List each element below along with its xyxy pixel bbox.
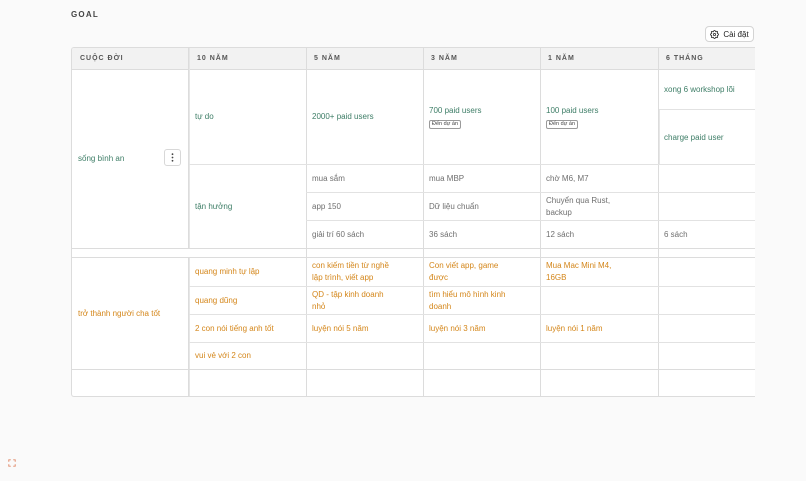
cell-5y[interactable]: giải trí 60 sách [306,229,421,241]
gear-icon [710,29,720,39]
cell-1y[interactable]: 100 paid users Đến dự án [540,105,655,129]
cell-10y[interactable]: 2 con nói tiếng anh tốt [189,323,304,335]
header-life: CUỘC ĐỜI [80,55,124,62]
cell-6m[interactable]: 6 sách [658,229,755,241]
header-3-years: 3 NĂM [431,55,458,62]
settings-button-label: Cài đặt [723,29,749,39]
cell-10y[interactable]: vui vẻ với 2 con [189,350,304,362]
cell-1y-text: 100 paid users [546,106,599,115]
cell-5y[interactable]: luyện nói 5 năm [306,323,421,335]
cell-5y[interactable]: 2000+ paid users [306,111,421,123]
settings-button[interactable]: Cài đặt [705,26,754,42]
header-10-years: 10 NĂM [197,55,229,62]
cell-3y[interactable]: Dữ liệu chuẩn [423,201,538,213]
project-badge[interactable]: Đến dự án [546,119,579,129]
cell-10y[interactable]: quang dũng [189,295,304,307]
cell-10y[interactable]: tự do [189,111,304,123]
cell-5y[interactable]: app 150 [306,201,421,213]
cell-1y[interactable]: Mua Mac Mini M4, 16GB [540,260,618,283]
header-5-years: 5 NĂM [314,55,341,62]
cell-3y[interactable]: mua MBP [423,173,538,185]
cell-3y[interactable]: luyện nói 3 năm [423,323,538,335]
cell-6m[interactable]: charge paid user [658,132,755,144]
cell-3y[interactable]: 700 paid users Đến dự án [423,105,538,129]
row-menu-button[interactable] [164,149,181,166]
header-1-year: 1 NĂM [548,55,575,62]
cell-1y[interactable]: 12 sách [540,229,655,241]
page-title: GOAL [71,10,99,19]
cell-1y[interactable]: luyện nói 1 năm [540,323,655,335]
cell-1y[interactable]: chờ M6, M7 [540,173,655,185]
cell-5y[interactable]: QD - tập kinh doanh nhỏ [306,289,391,312]
cell-3y[interactable]: 36 sách [423,229,538,241]
cell-3y[interactable]: Con viết app, game được [423,260,505,283]
header-6-months: 6 THÁNG [666,55,704,62]
cell-3y-text: 700 paid users [429,106,482,115]
cell-10y[interactable]: tận hưởng [189,201,304,213]
group-label[interactable]: trở thành người cha tốt [72,308,187,320]
cell-3y[interactable]: tìm hiểu mô hình kinh doanh [423,289,513,312]
goal-table: CUỘC ĐỜI 10 NĂM 5 NĂM 3 NĂM 1 NĂM 6 THÁN… [71,47,755,397]
cell-10y[interactable]: quang minh tự lập [189,266,304,278]
cell-6m[interactable]: xong 6 workshop lõi [658,84,755,96]
cell-1y[interactable]: Chuyển qua Rust, backup [540,195,615,218]
project-badge[interactable]: Đến dự án [429,119,462,129]
cell-5y[interactable]: con kiếm tiền từ nghề lập trình, viết ap… [306,260,396,283]
cell-5y[interactable]: mua sắm [306,173,421,185]
table-header: CUỘC ĐỜI 10 NĂM 5 NĂM 3 NĂM 1 NĂM 6 THÁN… [72,48,755,70]
expand-icon[interactable] [8,459,16,467]
more-vertical-icon [171,153,174,162]
